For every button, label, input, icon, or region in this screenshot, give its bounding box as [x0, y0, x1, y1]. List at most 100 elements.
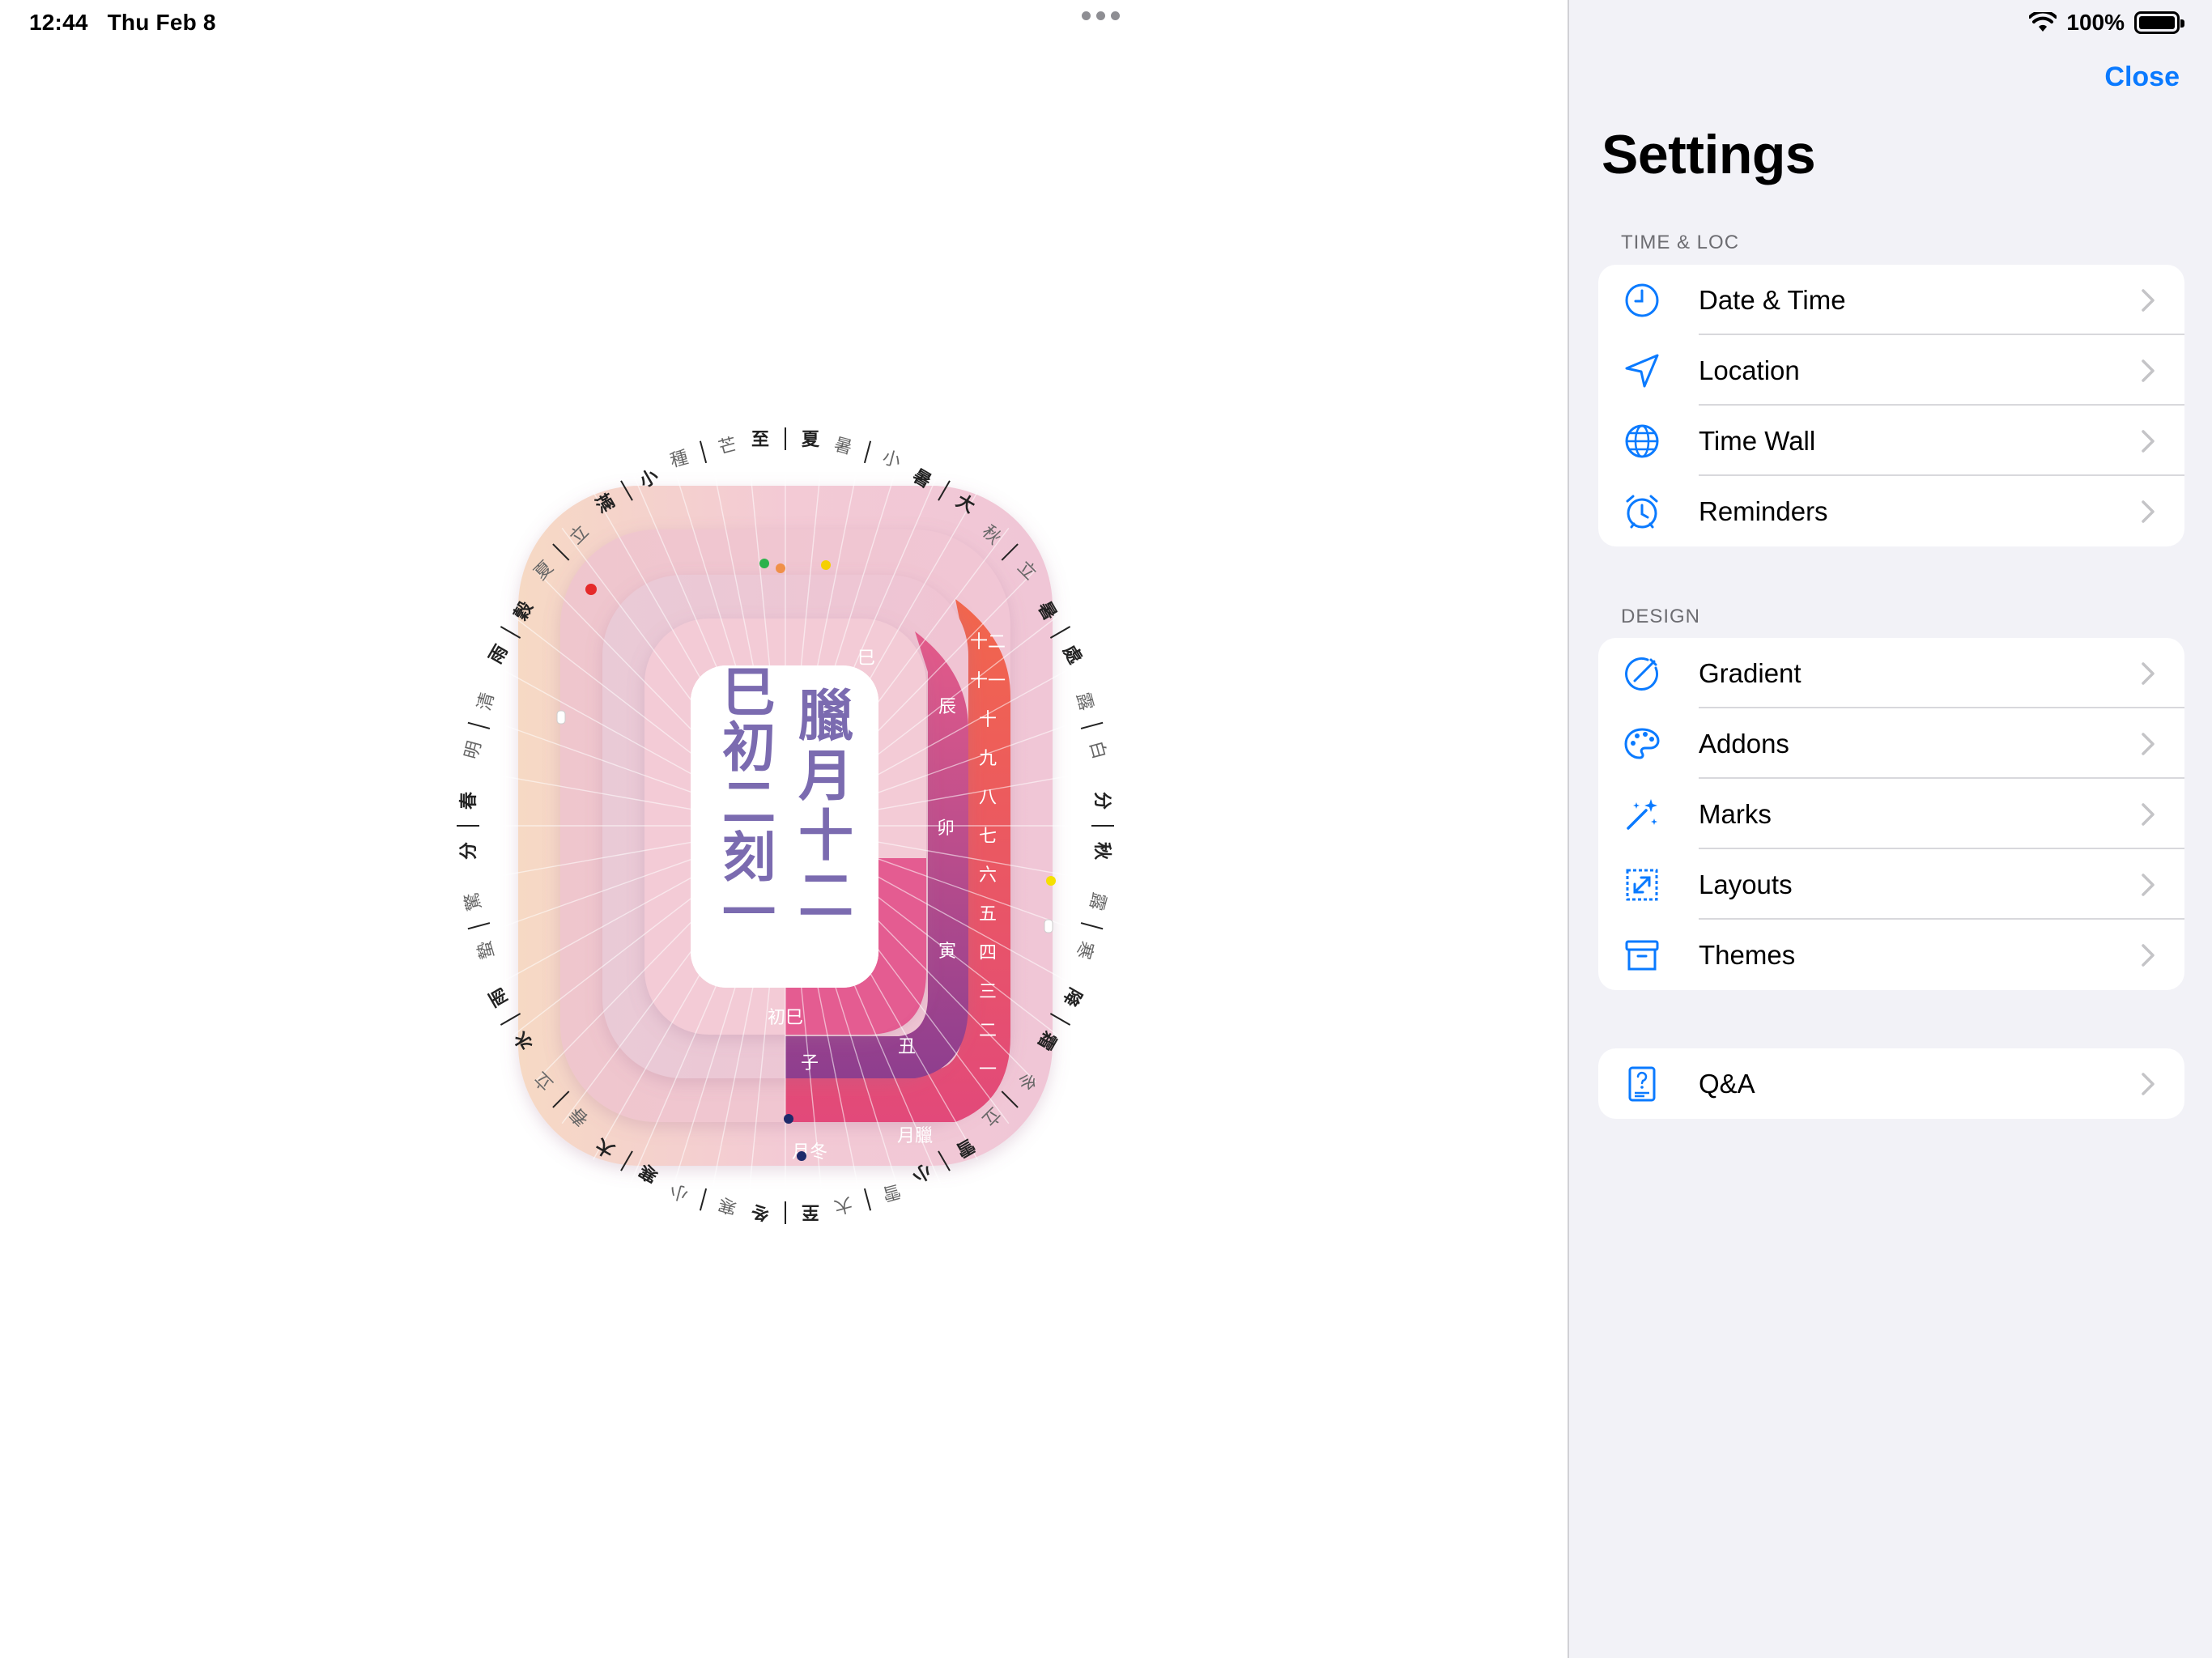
section-header-time-loc: TIME & LOC: [1621, 232, 1740, 253]
chinese-calendar-clock[interactable]: 夏至小暑大暑立秋處暑白露秋分寒露霜降立冬小雪大雪冬至小寒大寒立春雨水驚蟄春分清明…: [457, 405, 1114, 1247]
term-char: 夏: [802, 430, 820, 450]
row-label: Layouts: [1699, 869, 1793, 899]
resize-icon: [1623, 865, 1661, 904]
term-char: 春: [459, 792, 479, 810]
month-number: 十二: [970, 632, 1006, 653]
marker-dot-yellow-right: [1046, 876, 1056, 886]
settings-group-help: Q&A: [1598, 1048, 2184, 1119]
bottom-tag: 初巳: [768, 1008, 803, 1028]
row-reminders[interactable]: Reminders: [1598, 476, 2184, 546]
solar-term: 白露: [1072, 691, 1109, 762]
row-date-time[interactable]: Date & Time: [1598, 265, 2184, 335]
term-char: 暑: [832, 435, 854, 459]
term-char: 雨: [486, 984, 513, 1010]
term-char: 雨: [486, 642, 513, 668]
multitasking-menu-icon[interactable]: [1082, 11, 1120, 20]
row-gradient[interactable]: Gradient: [1598, 638, 2184, 708]
chevron-right-icon: [2142, 430, 2155, 453]
term-tick: [863, 1188, 872, 1211]
row-label: Time Wall: [1699, 425, 1816, 456]
month-number: 四: [979, 943, 997, 963]
clock-canvas: 12:44 Thu Feb 8 夏 至 小 暑 大 暑 立 秋 處 暑 白 露 …: [0, 0, 1568, 1658]
marker-dot-navy-2: [797, 1151, 806, 1161]
term-char: 大: [832, 1192, 854, 1217]
month-number: 七: [979, 827, 997, 847]
term-tick: [699, 440, 708, 464]
solar-term: 小暑: [832, 435, 903, 472]
branch-label: 辰: [938, 697, 956, 717]
term-tick: [500, 626, 521, 639]
term-char: 種: [668, 448, 691, 472]
wifi-icon: [2029, 12, 2057, 32]
term-tick: [1049, 1013, 1071, 1026]
term-char: 秋: [1091, 842, 1112, 861]
section-header-design: DESIGN: [1621, 606, 1701, 627]
row-label: Location: [1699, 355, 1800, 385]
term-char: 小: [880, 448, 903, 472]
term-tick: [467, 721, 491, 729]
month-char: 月: [798, 745, 853, 809]
row-label: Marks: [1699, 798, 1772, 829]
term-tick: [699, 1188, 708, 1211]
row-location[interactable]: Location: [1598, 335, 2184, 406]
gradient-icon: [1623, 654, 1661, 693]
term-char: 分: [1091, 792, 1112, 810]
solar-term: 冬至: [751, 1201, 819, 1224]
chevron-right-icon: [2142, 803, 2155, 826]
row-marks[interactable]: Marks: [1598, 779, 2184, 849]
term-char: 處: [1058, 642, 1085, 668]
clock-icon: [1623, 281, 1661, 320]
month-number: 六: [979, 865, 997, 886]
month-number: 五: [979, 904, 997, 925]
term-tick: [500, 1013, 521, 1026]
row-time-wall[interactable]: Time Wall: [1598, 406, 2184, 476]
month-number: 一: [979, 1060, 997, 1080]
settings-panel: 100% Close Settings TIME & LOC Date & Ti…: [1568, 0, 2212, 1658]
hour-char: 一: [722, 882, 776, 944]
chevron-right-icon: [2142, 733, 2155, 755]
row-layouts[interactable]: Layouts: [1598, 849, 2184, 920]
status-date: Thu Feb 8: [107, 10, 216, 35]
month-number: 十: [979, 710, 997, 730]
location-arrow-icon: [1623, 351, 1661, 390]
term-char: 芒: [717, 435, 739, 459]
term-tick: [1080, 922, 1104, 930]
month-number: 十一: [970, 671, 1006, 691]
solar-term: 秋分: [1091, 792, 1114, 861]
term-char: 至: [802, 1201, 819, 1222]
marker-dot-orange: [776, 563, 785, 573]
solar-term: 大雪: [832, 1180, 903, 1217]
marker-dot-navy: [784, 1114, 793, 1124]
row-qa[interactable]: Q&A: [1598, 1048, 2184, 1119]
month-char: 臘: [798, 685, 853, 749]
term-tick: [1080, 721, 1104, 729]
settings-group-time-loc: Date & Time Location Time Wall Reminders: [1598, 265, 2184, 546]
branch-label: 巳: [857, 648, 875, 669]
term-char: 清: [474, 691, 499, 713]
term-char: 明: [462, 739, 486, 762]
solar-term: 春分: [457, 792, 479, 860]
chevron-right-icon: [2142, 662, 2155, 685]
chevron-right-icon: [2142, 289, 2155, 312]
bottom-tag: 月冬: [792, 1142, 827, 1163]
row-themes[interactable]: Themes: [1598, 920, 2184, 990]
month-number: 九: [979, 749, 997, 769]
branch-label: 子: [801, 1053, 819, 1073]
solar-term: 驚蟄: [462, 890, 499, 961]
branch-label: 丑: [898, 1037, 916, 1057]
status-bar-left: 12:44 Thu Feb 8: [29, 10, 236, 36]
hour-char: 巳: [722, 661, 776, 724]
solar-term: 清明: [462, 691, 499, 762]
settings-group-design: Gradient Addons Marks Layouts Themes: [1598, 638, 2184, 990]
chevron-right-icon: [2142, 359, 2155, 382]
hour-char: 刻: [722, 827, 776, 889]
term-char: 白: [1085, 739, 1109, 762]
close-button[interactable]: Close: [2104, 62, 2180, 93]
row-label: Date & Time: [1699, 284, 1846, 315]
status-time: 12:44: [29, 10, 88, 35]
month-char: 二: [798, 865, 853, 929]
month-char: 十: [798, 805, 853, 869]
term-char: 分: [459, 842, 479, 860]
row-addons[interactable]: Addons: [1598, 708, 2184, 779]
branch-label: 卯: [937, 818, 955, 839]
